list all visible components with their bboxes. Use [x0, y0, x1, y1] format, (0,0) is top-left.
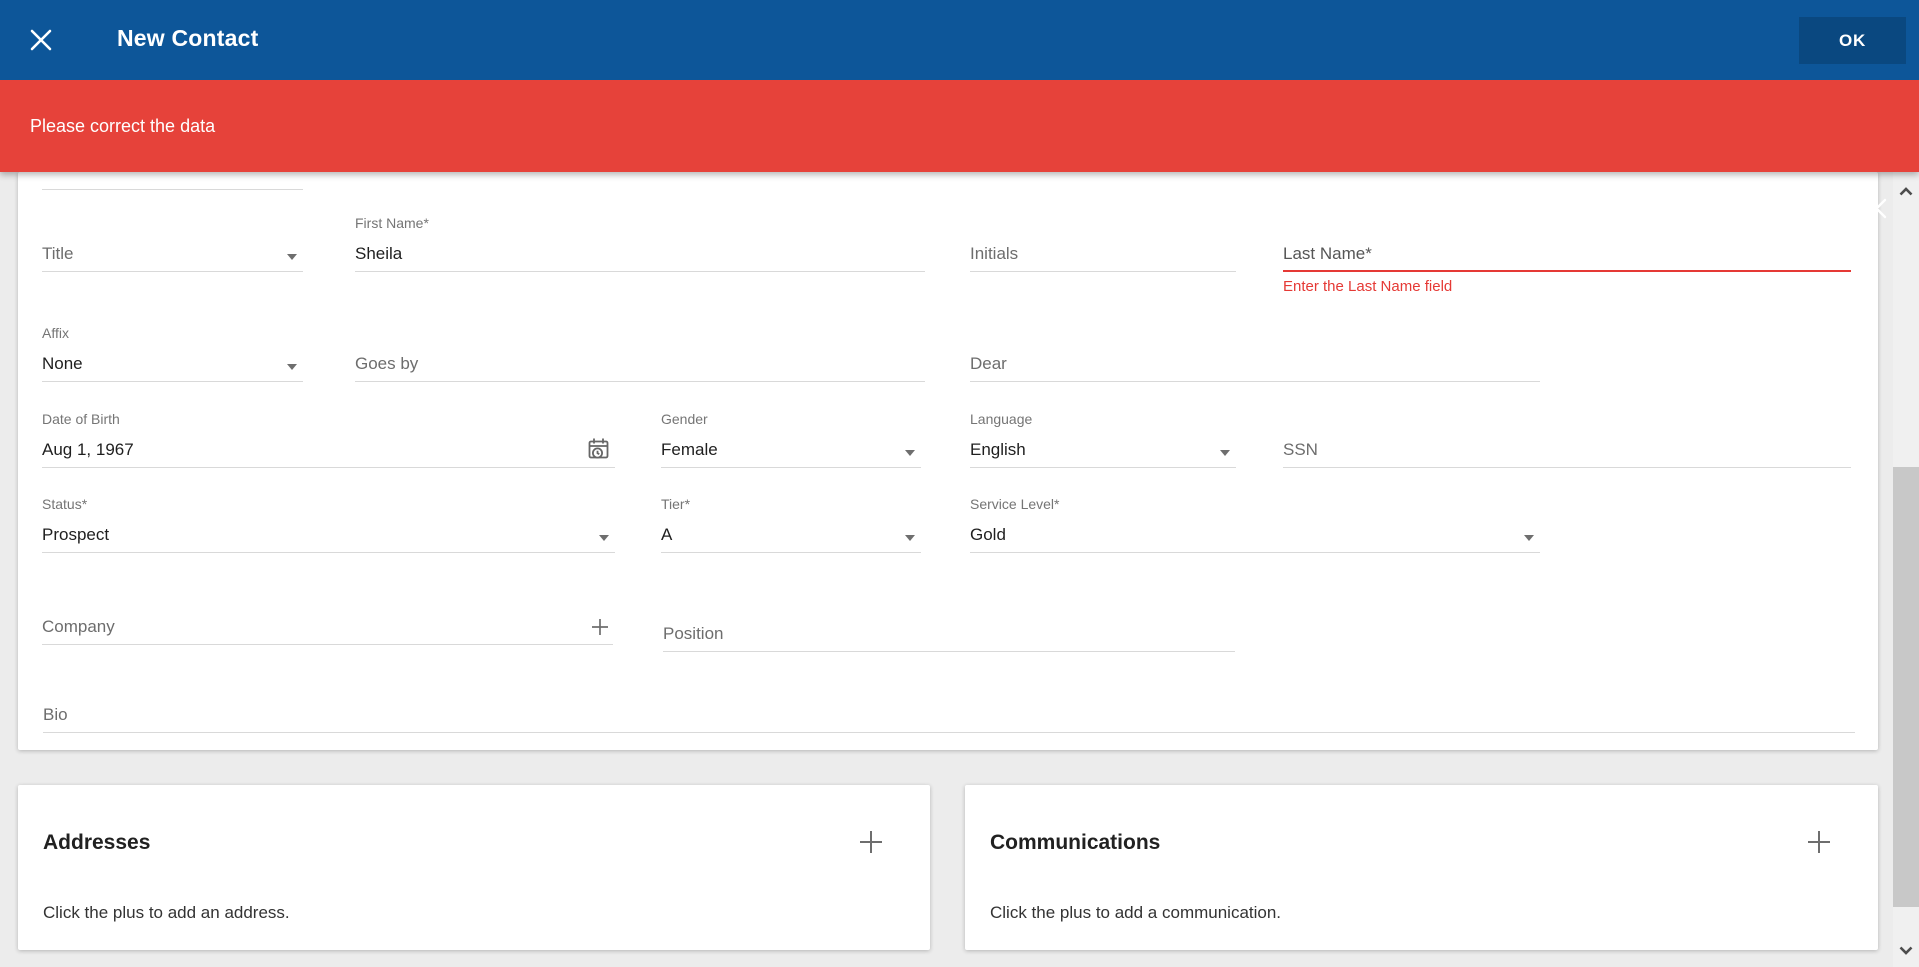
- error-banner-message: Please correct the data: [30, 116, 215, 137]
- gender-value: Female: [661, 440, 718, 459]
- add-communication-icon[interactable]: [1804, 827, 1834, 857]
- affix-label: Affix: [42, 325, 303, 341]
- tier-value: A: [661, 525, 672, 544]
- chevron-down-icon[interactable]: [905, 535, 915, 541]
- goes-by-input[interactable]: Goes by: [355, 353, 925, 382]
- affix-value: None: [42, 354, 83, 373]
- date-of-birth-label: Date of Birth: [42, 411, 615, 427]
- service-level-label: Service Level*: [970, 496, 1540, 512]
- last-name-placeholder: Last Name*: [1283, 244, 1372, 263]
- date-of-birth-input[interactable]: Date of Birth Aug 1, 1967: [42, 411, 615, 468]
- contact-form-card: Title First Name* Sheila Initials Last N…: [18, 172, 1878, 750]
- ok-button[interactable]: OK: [1799, 17, 1906, 64]
- ssn-placeholder: SSN: [1283, 440, 1318, 459]
- status-value: Prospect: [42, 525, 109, 544]
- error-banner: Please correct the data: [0, 80, 1919, 172]
- service-level-value: Gold: [970, 525, 1006, 544]
- communications-card: Communications Click the plus to add a c…: [965, 785, 1878, 950]
- language-value: English: [970, 440, 1026, 459]
- position-input[interactable]: Position: [663, 623, 1235, 652]
- gender-label: Gender: [661, 411, 921, 427]
- dear-input[interactable]: Dear: [970, 353, 1540, 382]
- chevron-down-icon[interactable]: [1220, 450, 1230, 456]
- service-level-select[interactable]: Service Level* Gold: [970, 496, 1540, 553]
- scroll-up-icon[interactable]: [1893, 178, 1919, 204]
- company-placeholder: Company: [42, 617, 115, 636]
- chevron-down-icon[interactable]: [287, 364, 297, 370]
- bio-input[interactable]: Bio: [43, 704, 1855, 733]
- first-name-label: First Name*: [355, 215, 925, 231]
- title-placeholder: Title: [42, 244, 74, 263]
- title-select[interactable]: Title: [42, 243, 303, 272]
- initials-placeholder: Initials: [970, 244, 1018, 263]
- add-company-icon[interactable]: [589, 616, 611, 638]
- company-input[interactable]: Company: [42, 616, 613, 645]
- chevron-down-icon[interactable]: [905, 450, 915, 456]
- date-of-birth-value: Aug 1, 1967: [42, 440, 134, 459]
- initials-input[interactable]: Initials: [970, 243, 1236, 272]
- scrolled-field-underline: [42, 189, 303, 190]
- position-placeholder: Position: [663, 624, 723, 643]
- chevron-down-icon[interactable]: [599, 535, 609, 541]
- bio-placeholder: Bio: [43, 705, 68, 724]
- page-title: New Contact: [117, 25, 259, 52]
- affix-select[interactable]: Affix None: [42, 325, 303, 382]
- addresses-hint: Click the plus to add an address.: [43, 903, 290, 923]
- chevron-down-icon[interactable]: [1524, 535, 1534, 541]
- status-select[interactable]: Status* Prospect: [42, 496, 615, 553]
- dear-placeholder: Dear: [970, 354, 1007, 373]
- scrollbar-thumb[interactable]: [1893, 467, 1919, 907]
- first-name-input[interactable]: First Name* Sheila: [355, 215, 925, 272]
- addresses-card: Addresses Click the plus to add an addre…: [18, 785, 930, 950]
- last-name-error: Enter the Last Name field: [1283, 278, 1851, 295]
- banner-close-icon[interactable]: [1864, 196, 1889, 221]
- addresses-title: Addresses: [43, 831, 150, 855]
- goes-by-placeholder: Goes by: [355, 354, 418, 373]
- ssn-input[interactable]: SSN: [1283, 439, 1851, 468]
- communications-title: Communications: [990, 831, 1160, 855]
- first-name-value: Sheila: [355, 244, 402, 263]
- add-address-icon[interactable]: [856, 827, 886, 857]
- gender-select[interactable]: Gender Female: [661, 411, 921, 468]
- close-icon[interactable]: [28, 27, 54, 53]
- language-select[interactable]: Language English: [970, 411, 1236, 468]
- calendar-clock-icon[interactable]: [585, 436, 611, 462]
- tier-label: Tier*: [661, 496, 921, 512]
- scroll-down-icon[interactable]: [1893, 937, 1919, 963]
- vertical-scrollbar[interactable]: [1893, 172, 1919, 967]
- language-label: Language: [970, 411, 1236, 427]
- dialog-header: New Contact OK: [0, 0, 1919, 80]
- last-name-input[interactable]: Last Name* Enter the Last Name field: [1283, 243, 1851, 295]
- tier-select[interactable]: Tier* A: [661, 496, 921, 553]
- status-label: Status*: [42, 496, 615, 512]
- communications-hint: Click the plus to add a communication.: [990, 903, 1281, 923]
- chevron-down-icon[interactable]: [287, 254, 297, 260]
